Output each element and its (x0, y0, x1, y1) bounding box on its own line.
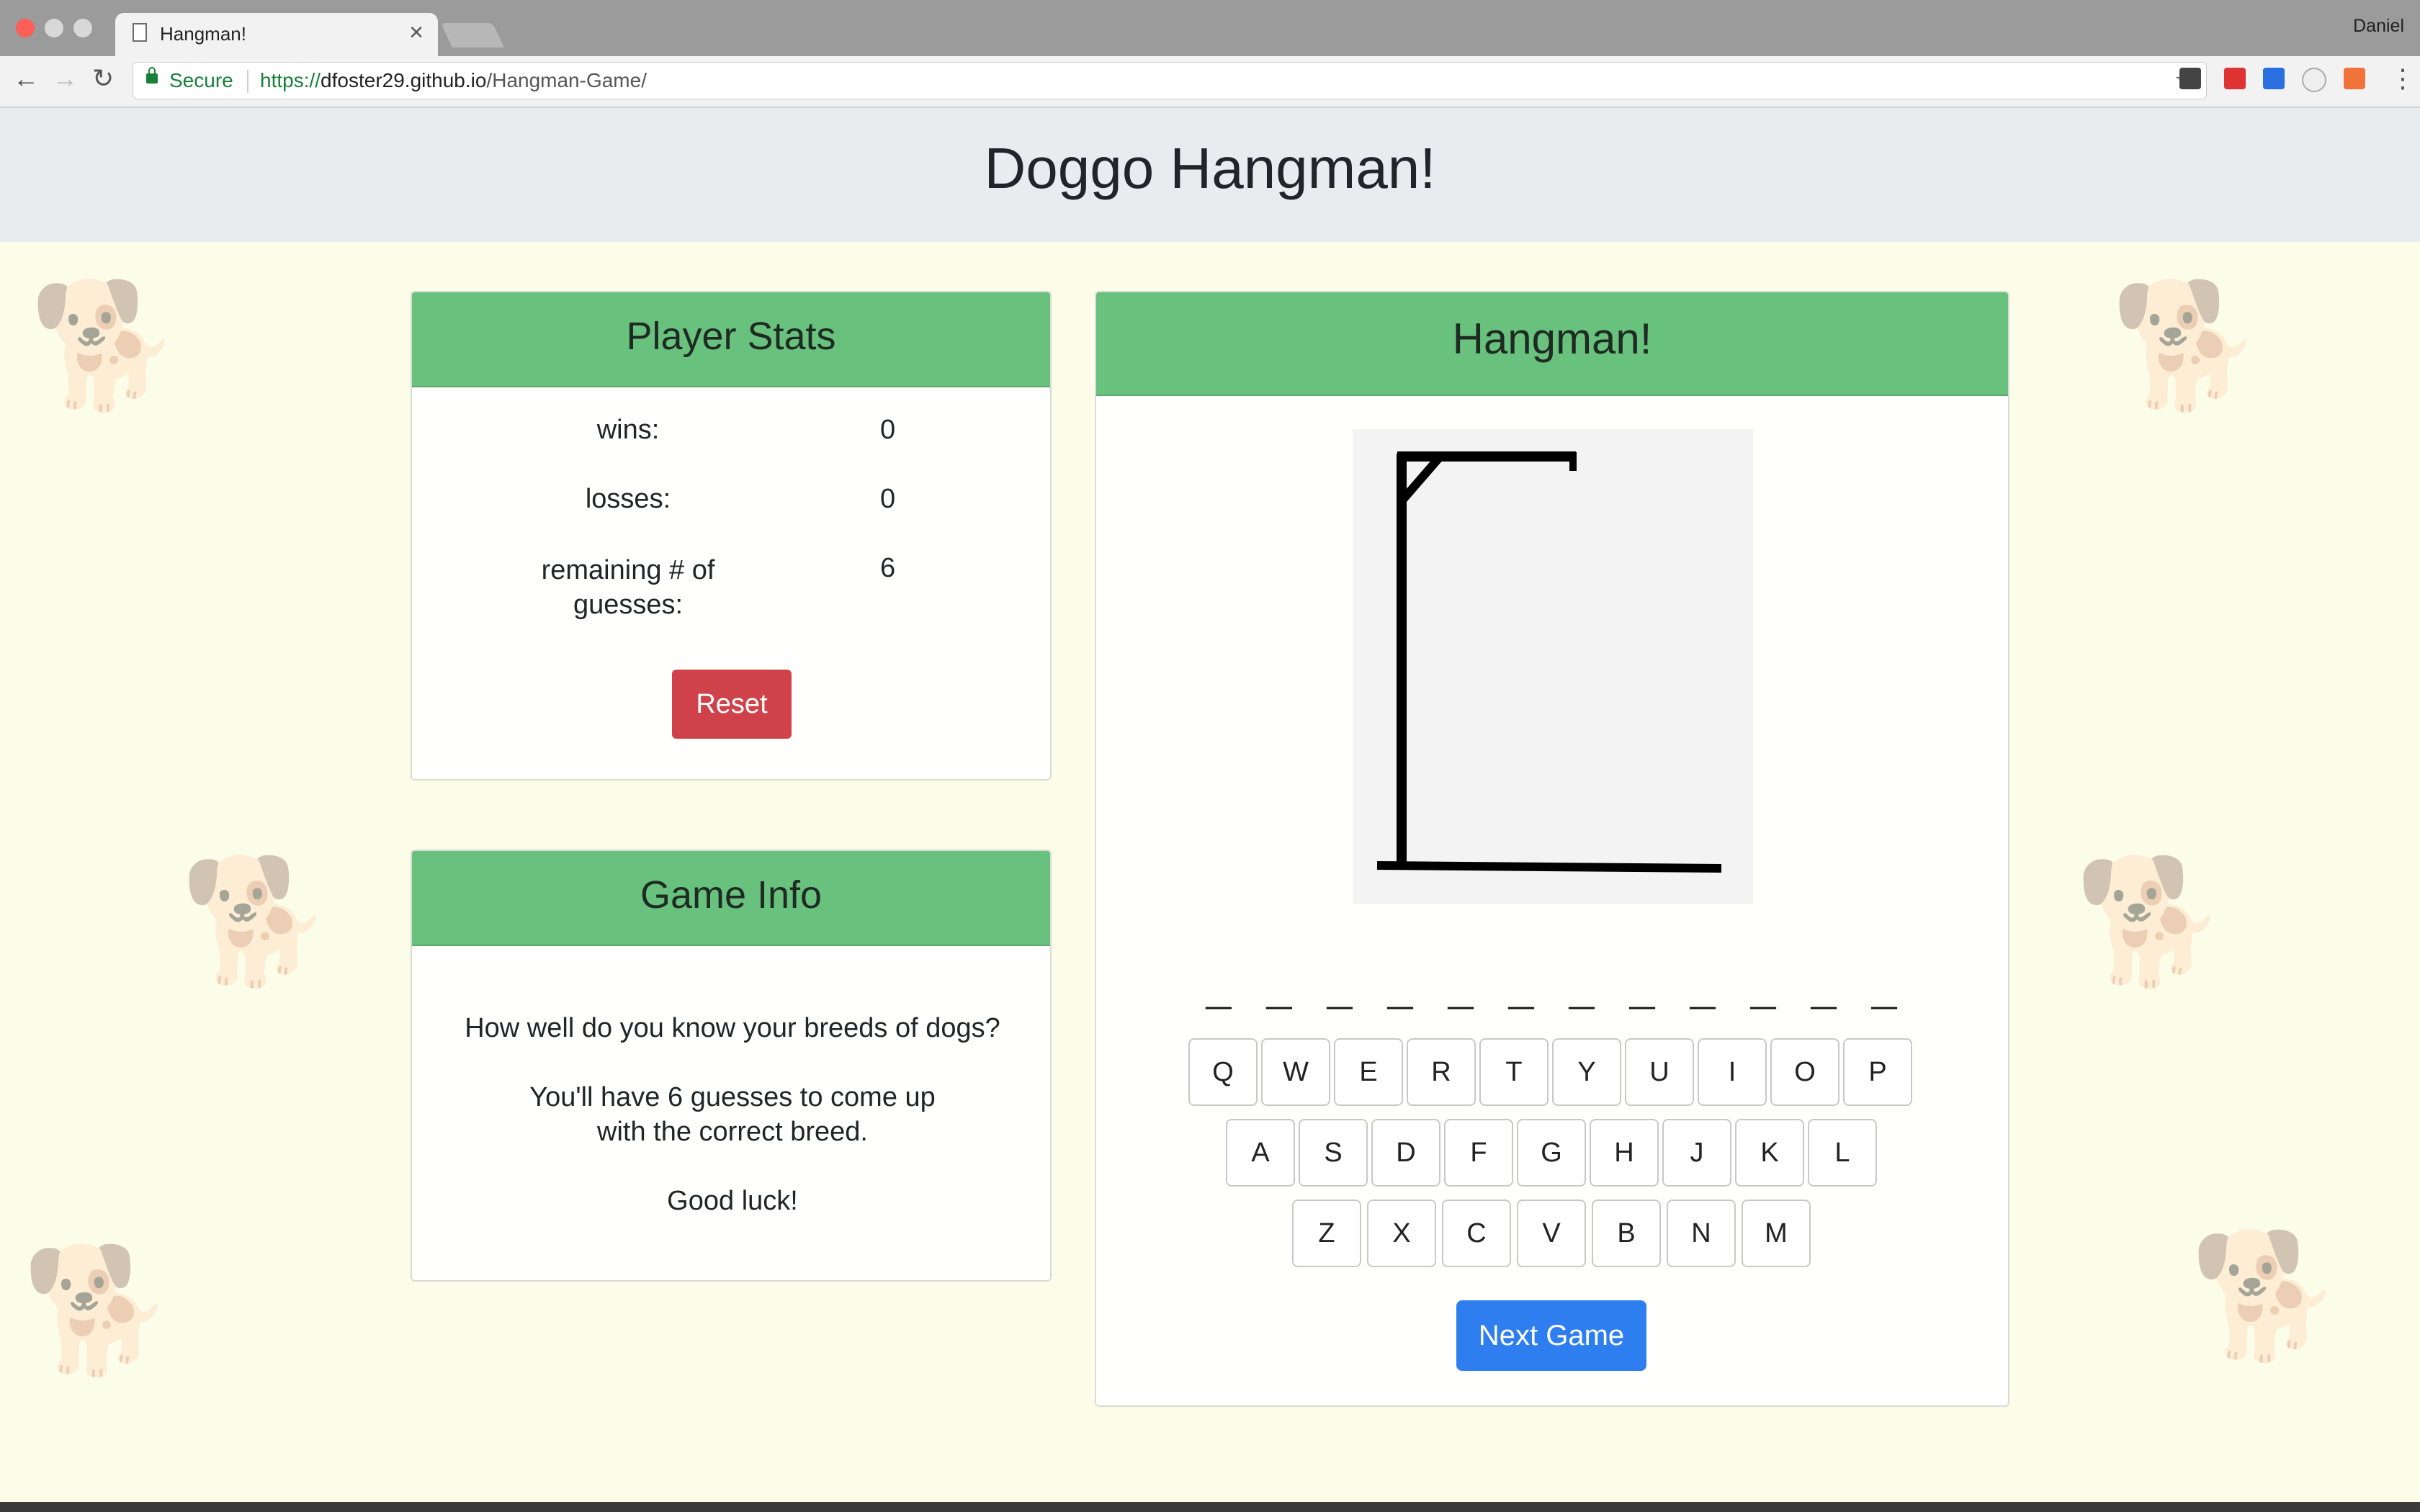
dog-pattern-icon: 🐕 (2190, 1228, 2342, 1364)
gallows-image (1353, 429, 1753, 904)
key-n[interactable]: N (1667, 1200, 1736, 1267)
browser-titlebar: Hangman! × Daniel (0, 0, 2420, 58)
key-k[interactable]: K (1735, 1119, 1804, 1187)
gallows-drawing (1376, 451, 1722, 873)
reload-icon[interactable]: ↻ (92, 63, 114, 94)
key-h[interactable]: H (1590, 1119, 1659, 1187)
key-t[interactable]: T (1479, 1038, 1549, 1106)
hangman-heading: Hangman! (1096, 292, 2008, 396)
url-scheme: https:// (260, 69, 321, 91)
losses-value: 0 (880, 484, 896, 514)
reset-button[interactable]: Reset (672, 670, 792, 739)
new-tab-button[interactable] (441, 23, 504, 48)
key-v[interactable]: V (1517, 1200, 1586, 1267)
dog-pattern-icon: 🐕 (29, 277, 182, 414)
key-i[interactable]: I (1698, 1038, 1767, 1106)
key-w[interactable]: W (1261, 1038, 1330, 1106)
forward-icon[interactable]: → (52, 63, 78, 94)
extension-v-icon[interactable] (2263, 68, 2285, 89)
dog-pattern-icon: 🐕 (2074, 853, 2227, 990)
key-j[interactable]: J (1662, 1119, 1731, 1187)
key-a[interactable]: A (1226, 1119, 1295, 1187)
key-o[interactable]: O (1770, 1038, 1839, 1106)
lock-icon (146, 67, 158, 84)
dog-pattern-icon: 🐕 (180, 853, 333, 990)
page-icon (133, 23, 147, 42)
info-line-2: You'll have 6 guesses to come up with th… (529, 1082, 936, 1147)
losses-label: losses: (585, 484, 671, 514)
minimize-window-button[interactable] (45, 19, 63, 37)
game-info-heading: Game Info (412, 851, 1050, 946)
wins-label: wins: (596, 415, 660, 445)
key-b[interactable]: B (1592, 1200, 1661, 1267)
player-stats-heading: Player Stats (412, 292, 1050, 387)
key-d[interactable]: D (1371, 1119, 1440, 1187)
divider (247, 70, 248, 93)
tab-title: Hangman! (160, 23, 246, 45)
key-m[interactable]: M (1742, 1200, 1811, 1267)
key-p[interactable]: P (1843, 1038, 1912, 1106)
key-r[interactable]: R (1407, 1038, 1476, 1106)
extension-pen-icon[interactable] (2224, 68, 2246, 89)
url-path: /Hangman-Game/ (486, 69, 647, 91)
player-stats-card: Player Stats wins: 0 losses: 0 remaining… (411, 291, 1052, 780)
menu-kebab-icon[interactable]: ⋮ (2390, 63, 2416, 94)
extension-film-icon[interactable] (2179, 68, 2201, 89)
secure-label: Secure (169, 69, 233, 91)
game-info-card: Game Info How well do you know your bree… (411, 850, 1052, 1282)
key-f[interactable]: F (1444, 1119, 1513, 1187)
url-host: dfoster29.github.io (321, 69, 487, 91)
dog-pattern-icon: 🐕 (22, 1242, 174, 1379)
word-blanks: _ _ _ _ _ _ _ _ _ _ _ _ (1205, 969, 1902, 1018)
url-text[interactable]: https://dfoster29.github.io/Hangman-Game… (260, 69, 647, 92)
browser-toolbar: ← → ↻ Secure https://dfoster29.github.io… (0, 56, 2420, 108)
key-e[interactable]: E (1334, 1038, 1403, 1106)
key-g[interactable]: G (1517, 1119, 1586, 1187)
key-l[interactable]: L (1808, 1119, 1877, 1187)
wins-value: 0 (880, 415, 896, 445)
key-q[interactable]: Q (1188, 1038, 1258, 1106)
next-game-button[interactable]: Next Game (1456, 1300, 1646, 1371)
close-window-button[interactable] (16, 19, 35, 37)
address-bar[interactable]: Secure https://dfoster29.github.io/Hangm… (133, 62, 2207, 99)
browser-tab[interactable]: Hangman! × (115, 13, 438, 58)
key-s[interactable]: S (1299, 1119, 1368, 1187)
dock-edge (0, 1502, 2420, 1512)
key-z[interactable]: Z (1292, 1200, 1361, 1267)
key-u[interactable]: U (1625, 1038, 1694, 1106)
key-c[interactable]: C (1442, 1200, 1511, 1267)
remaining-value: 6 (880, 553, 896, 583)
back-icon[interactable]: ← (13, 63, 39, 94)
hangman-card: Hangman! _ _ _ _ _ _ _ _ _ _ _ _ QWERTYU… (1095, 291, 2009, 1407)
info-line-3: Good luck! (667, 1186, 798, 1216)
page-header: Doggo Hangman! (0, 108, 2420, 242)
key-y[interactable]: Y (1552, 1038, 1621, 1106)
maximize-window-button[interactable] (73, 19, 92, 37)
extension-on-icon[interactable] (2344, 68, 2365, 89)
profile-name[interactable]: Daniel (2353, 16, 2404, 37)
remaining-label: remaining # of guesses: (541, 555, 715, 620)
page-title: Doggo Hangman! (984, 136, 1436, 200)
info-line-1: How well do you know your breeds of dogs… (465, 1013, 1000, 1043)
close-tab-icon[interactable]: × (409, 19, 424, 47)
extension-circle-icon[interactable] (2302, 68, 2326, 92)
key-x[interactable]: X (1367, 1200, 1436, 1267)
dog-pattern-icon: 🐕 (2110, 277, 2263, 414)
